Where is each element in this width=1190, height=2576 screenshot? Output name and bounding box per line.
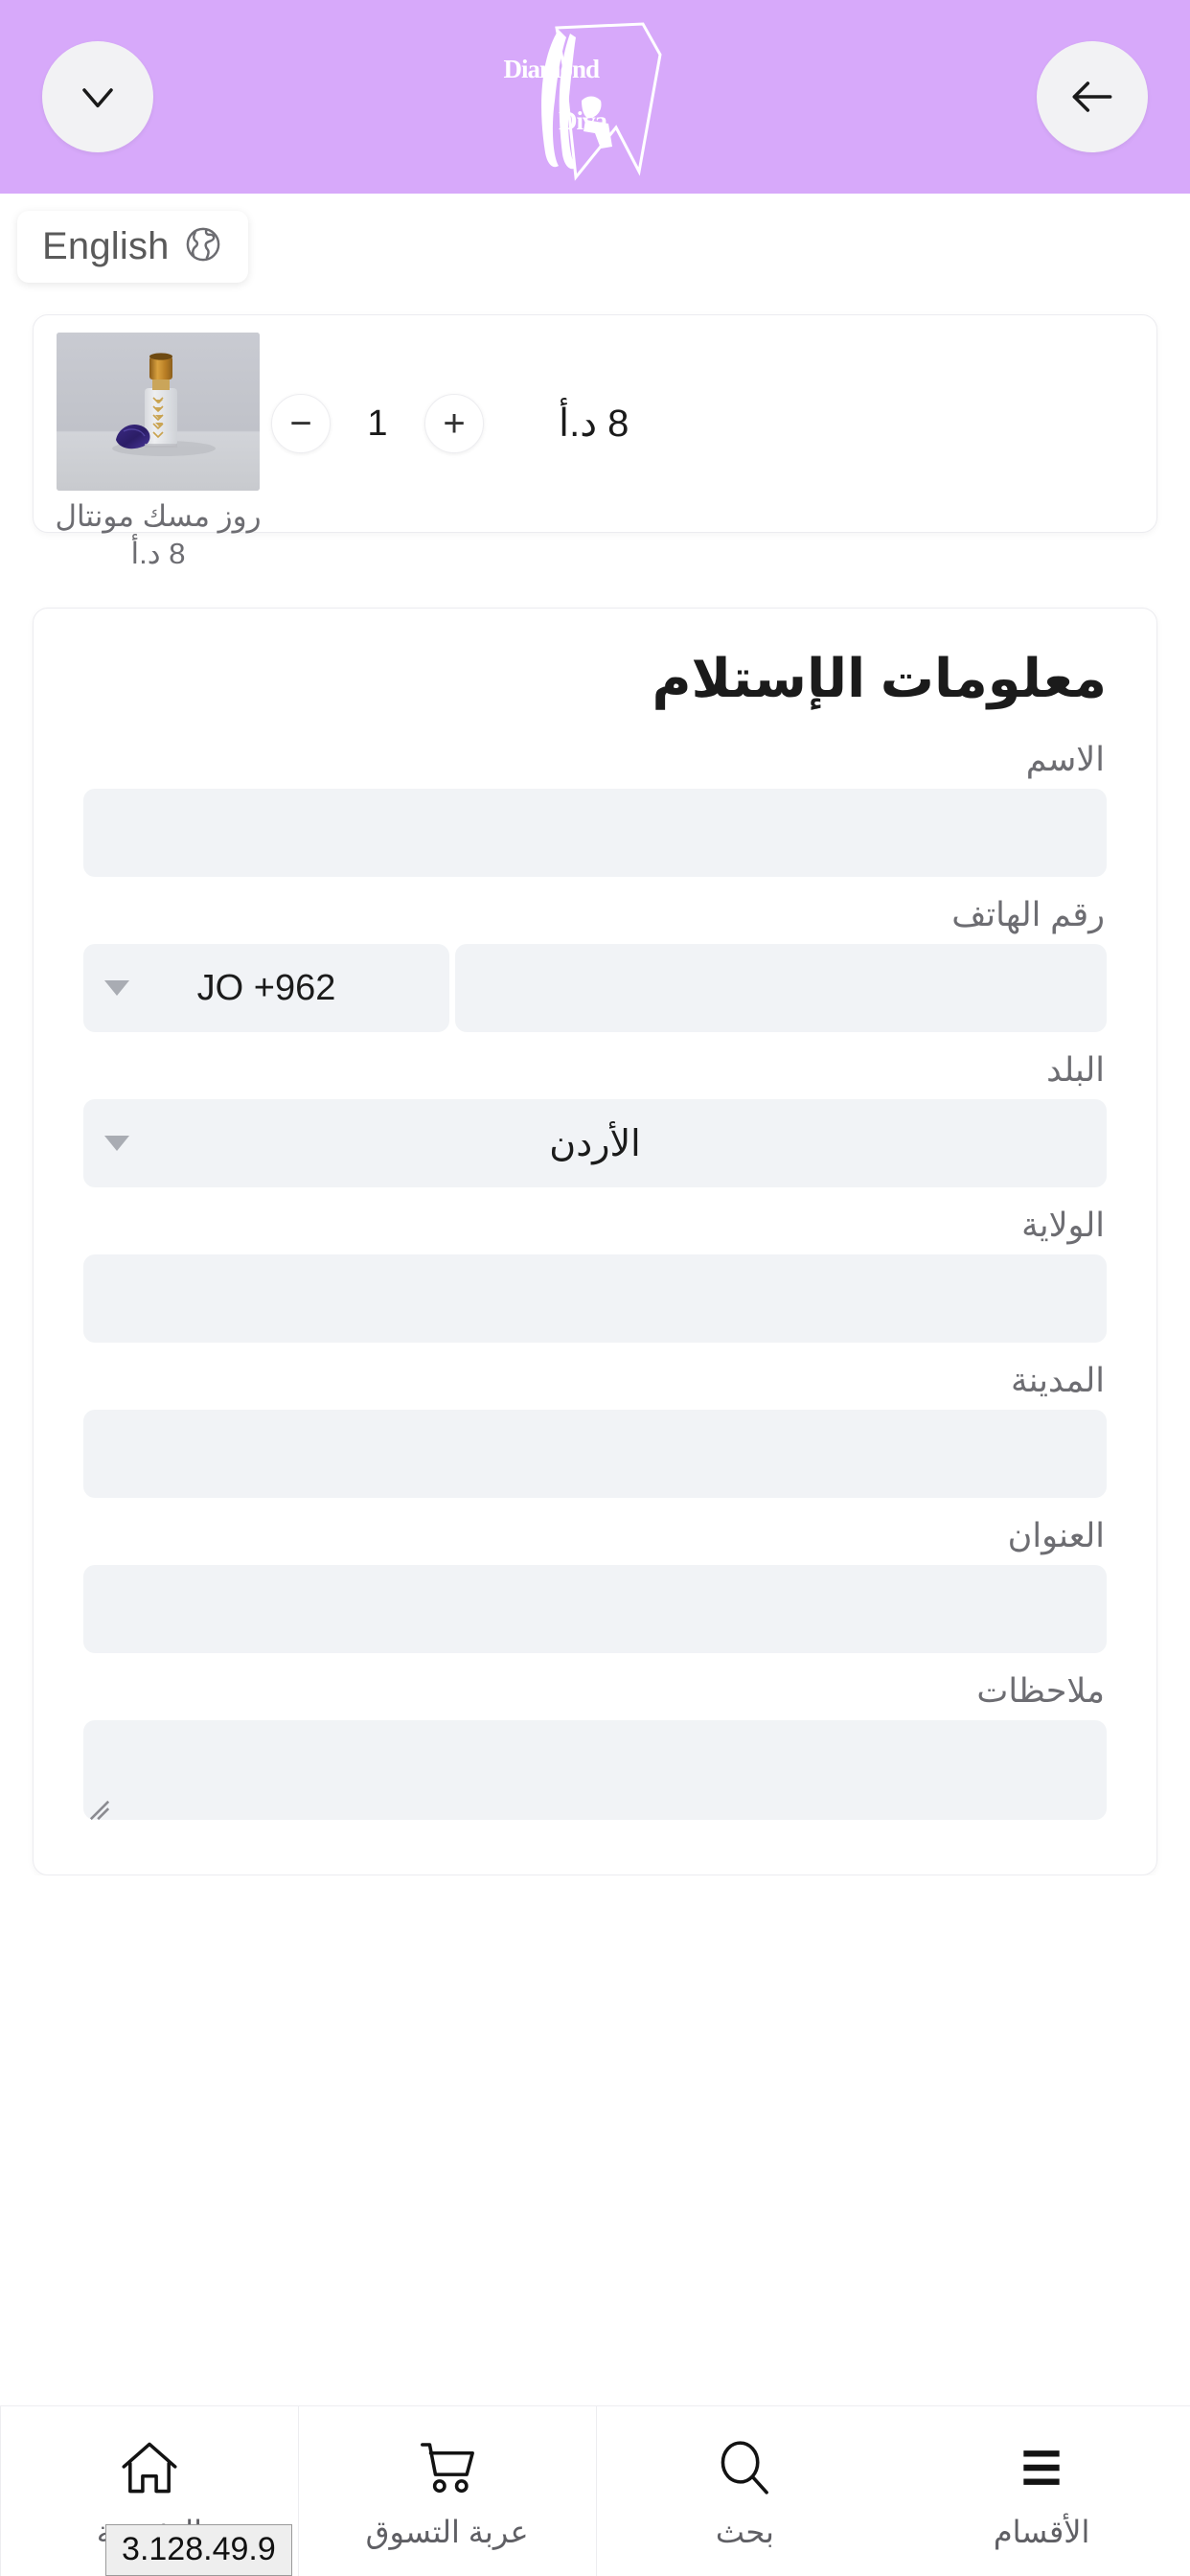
field-name: الاسم: [83, 727, 1107, 877]
address-input[interactable]: [83, 1565, 1107, 1653]
cart-item-card: روز مسك مونتال 8 د.أ − 1 + 8 د.أ: [33, 314, 1157, 570]
chevron-down-icon: [104, 980, 129, 996]
nav-item-home[interactable]: الرئيسية 3.128.49.9: [0, 2406, 298, 2576]
globe-icon: [183, 224, 223, 269]
chevron-down-icon: [71, 70, 125, 124]
cart-item-media: روز مسك مونتال 8 د.أ: [55, 333, 262, 573]
field-label-state: الولاية: [1021, 1207, 1105, 1244]
country-code-value: JO +962: [196, 967, 336, 1008]
svg-text:Diamond: Diamond: [503, 55, 600, 83]
hamburger-menu-icon: [1011, 2433, 1072, 2502]
search-icon: [713, 2433, 776, 2502]
app-header: Diamond Diva: [0, 0, 1190, 194]
form-title: معلومات الإستلام: [652, 648, 1107, 708]
nav-item-cart[interactable]: عربة التسوق: [297, 2406, 596, 2576]
arrow-left-icon: [1065, 70, 1119, 124]
product-thumbnail[interactable]: [57, 333, 260, 491]
language-bar: English: [0, 194, 1190, 286]
field-state: الولاية: [83, 1193, 1107, 1343]
quantity-value: 1: [367, 402, 388, 444]
field-label-name: الاسم: [1025, 741, 1105, 778]
field-label-notes: ملاحظات: [976, 1672, 1105, 1710]
field-label-phone: رقم الهاتف: [951, 896, 1105, 933]
field-notes: ملاحظات: [83, 1659, 1107, 1825]
phone-number-input[interactable]: [455, 944, 1107, 1032]
quantity-stepper: − 1 +: [271, 394, 484, 453]
nav-item-search[interactable]: بحث: [595, 2406, 894, 2576]
notes-textarea[interactable]: [83, 1720, 1107, 1820]
field-phone: رقم الهاتف JO +962: [83, 883, 1107, 1032]
bottom-navigation: الرئيسية 3.128.49.9 عربة التسوق: [0, 2405, 1190, 2576]
content-bottom-spacer: [0, 1875, 1190, 1900]
nav-label-search: بحث: [715, 2514, 774, 2549]
app-screen: Diamond Diva English روز مسك مونتال 8 د.…: [0, 0, 1190, 2576]
increase-quantity-button[interactable]: +: [424, 394, 484, 453]
field-label-country: البلد: [1046, 1051, 1105, 1089]
cart-item-line-total: 8 د.أ: [559, 402, 629, 445]
brand-logo: Diamond Diva: [494, 11, 696, 183]
country-value: الأردن: [549, 1123, 641, 1164]
field-country: البلد الأردن: [83, 1038, 1107, 1187]
svg-text:Diva: Diva: [559, 106, 608, 135]
nav-label-categories: الأقسام: [993, 2514, 1090, 2549]
nav-label-cart: عربة التسوق: [365, 2514, 529, 2549]
nav-item-categories[interactable]: الأقسام: [893, 2406, 1190, 2576]
language-switch-button[interactable]: English: [17, 211, 248, 283]
name-input[interactable]: [83, 789, 1107, 877]
phone-row: JO +962: [83, 944, 1107, 1032]
chevron-down-icon: [104, 1136, 129, 1151]
city-input[interactable]: [83, 1410, 1107, 1498]
field-label-address: العنوان: [1007, 1517, 1105, 1554]
delivery-information-card: معلومات الإستلام الاسم رقم الهاتف JO +96…: [33, 608, 1157, 1875]
cart-item-controls: − 1 + 8 د.أ: [262, 333, 1135, 515]
cart-item-title: روز مسك مونتال: [55, 499, 262, 533]
field-address: العنوان: [83, 1504, 1107, 1653]
page-content: روز مسك مونتال 8 د.أ − 1 + 8 د.أ معلومات…: [0, 286, 1190, 2405]
state-input[interactable]: [83, 1254, 1107, 1343]
back-button[interactable]: [1037, 41, 1148, 152]
field-label-city: المدينة: [1010, 1362, 1105, 1399]
language-label: English: [42, 225, 170, 267]
shopping-cart-icon: [416, 2433, 479, 2502]
home-icon: [118, 2433, 181, 2502]
ip-address-badge: 3.128.49.9: [105, 2523, 292, 2576]
country-code-select[interactable]: JO +962: [83, 944, 449, 1032]
cart-item-unit-price: 8 د.أ: [130, 536, 186, 570]
field-city: المدينة: [83, 1348, 1107, 1498]
decrease-quantity-button[interactable]: −: [271, 394, 331, 453]
expand-menu-button[interactable]: [42, 41, 153, 152]
country-select[interactable]: الأردن: [83, 1099, 1107, 1187]
